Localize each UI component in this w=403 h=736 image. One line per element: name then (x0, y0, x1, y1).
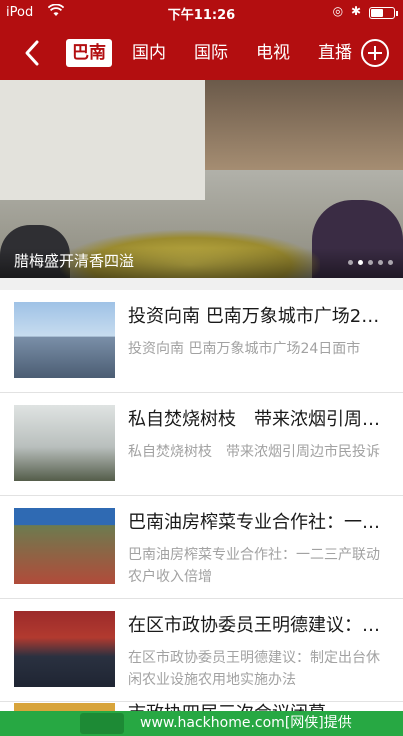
tab-tv[interactable]: 电视 (250, 39, 296, 67)
back-icon[interactable] (20, 38, 46, 68)
news-thumbnail (14, 508, 115, 584)
tab-international[interactable]: 国际 (188, 39, 234, 67)
news-title: 在区市政协委员王明德建议：制定出台休闲农业设施农用地实施办法 (128, 615, 390, 636)
carousel-indicator (348, 260, 393, 265)
watermark-banner: www.hackhome.com[网侠]提供 (0, 711, 403, 736)
battery-level (371, 9, 383, 17)
tab-live[interactable]: 直播 (312, 39, 358, 67)
news-summary: 投资向南 巴南万象城市广场24日面市 (128, 341, 361, 357)
news-thumbnail (14, 405, 115, 481)
channel-nav-bar: 巴南 国内 国际 电视 直播 (0, 26, 403, 80)
add-channel-icon[interactable] (361, 39, 389, 67)
news-list-item[interactable]: 私自焚烧树枝 带来浓烟引周边市民投诉 私自焚烧树枝 带来浓烟引周边市民投诉 (0, 393, 403, 496)
news-title: 投资向南 巴南万象城市广场24日面市 (128, 306, 390, 327)
carousel-dot[interactable] (358, 260, 363, 265)
news-list-item[interactable]: 投资向南 巴南万象城市广场24日面市 投资向南 巴南万象城市广场24日面市 (0, 290, 403, 393)
news-list-item[interactable]: 在区市政协委员王明德建议：制定出台休闲农业设施农用地实施办法 在区市政协委员王明… (0, 599, 403, 702)
news-thumbnail (14, 611, 115, 687)
battery-icon (369, 7, 398, 19)
news-summary: 在区市政协委员王明德建议：制定出台休闲农业设施农用地实施办法 (128, 650, 380, 688)
news-summary: 私自焚烧树枝 带来浓烟引周边市民投诉 (128, 444, 380, 460)
status-bar: iPod 下午11:26 ◎ ✱ (0, 0, 403, 26)
news-title: 私自焚烧树枝 带来浓烟引周边市民投诉 (128, 409, 390, 430)
news-title: 巴南油房榨菜专业合作社：一二三产联动 农户收入倍增 (128, 512, 390, 533)
carousel-dot[interactable] (368, 260, 373, 265)
news-thumbnail (14, 302, 115, 378)
news-list-item[interactable]: 巴南油房榨菜专业合作社：一二三产联动 农户收入倍增 巴南油房榨菜专业合作社：一二… (0, 496, 403, 599)
tab-domestic[interactable]: 国内 (126, 39, 172, 67)
news-summary: 巴南油房榨菜专业合作社：一二三产联动 农户收入倍增 (128, 547, 380, 585)
tab-banan[interactable]: 巴南 (66, 39, 112, 67)
section-divider (0, 278, 403, 290)
hero-caption: 腊梅盛开清香四溢 (14, 252, 135, 270)
watermark-text: www.hackhome.com[网侠]提供 (140, 715, 352, 731)
carousel-dot[interactable] (388, 260, 393, 265)
status-icons: ◎ ✱ (332, 4, 363, 18)
carousel-dot[interactable] (378, 260, 383, 265)
hero-carousel[interactable]: 腊梅盛开清香四溢 (0, 80, 403, 278)
carousel-dot[interactable] (348, 260, 353, 265)
site-logo-icon (80, 713, 124, 734)
hero-photo (0, 80, 205, 200)
